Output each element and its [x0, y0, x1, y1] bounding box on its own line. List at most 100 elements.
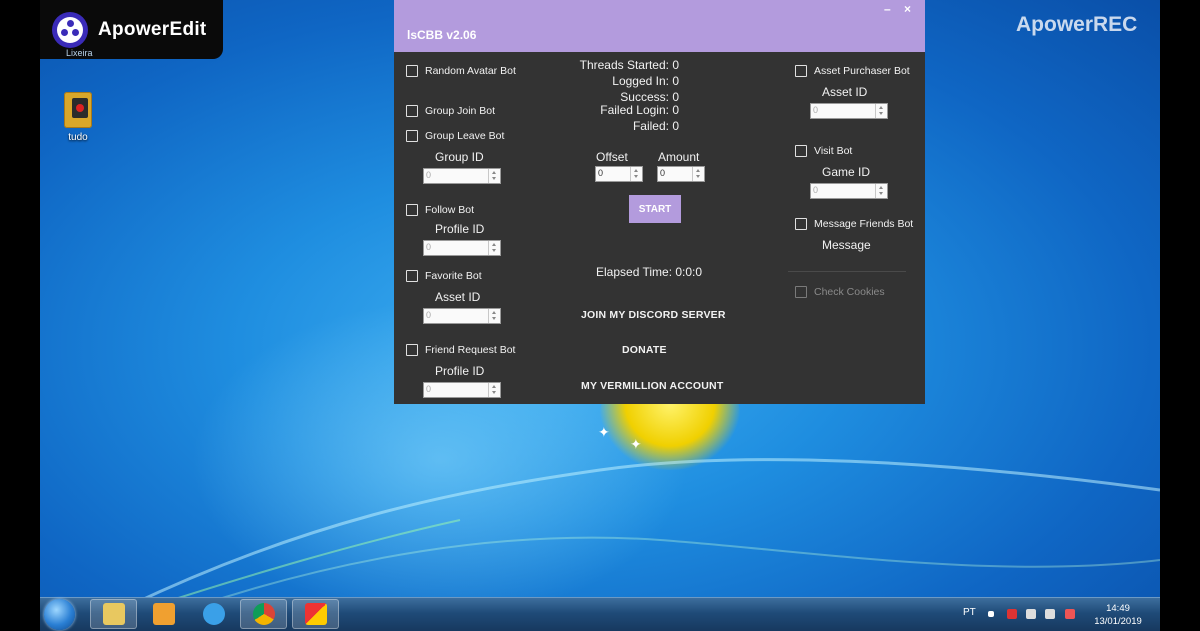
stepper-arrows-icon[interactable] — [630, 167, 642, 181]
language-indicator[interactable]: PT — [963, 607, 976, 618]
discord-link[interactable]: JOIN MY DISCORD SERVER — [581, 309, 726, 321]
offset-label: Offset — [596, 150, 628, 164]
asset-purchaser-bot-option[interactable]: Asset Purchaser Bot — [795, 65, 910, 77]
taskbar-chrome[interactable] — [240, 599, 287, 629]
taskbar-internet-explorer[interactable] — [190, 599, 237, 629]
logged-in-stat: Logged In: 0 — [612, 74, 679, 88]
device-icon[interactable] — [1026, 609, 1036, 619]
group-join-bot-option[interactable]: Group Join Bot — [406, 105, 495, 117]
media-player-icon — [152, 603, 175, 625]
message-label: Message — [822, 238, 871, 252]
game-id-value: 0 — [813, 185, 819, 195]
recycle-bin-label: Lixeira — [66, 48, 93, 58]
stepper-arrows-icon[interactable] — [488, 309, 500, 323]
game-id-input[interactable]: 0 — [810, 183, 888, 199]
asset-purchaser-bot-label: Asset Purchaser Bot — [814, 65, 910, 77]
amount-label: Amount — [658, 150, 700, 164]
divider — [788, 271, 906, 272]
friend-request-bot-label: Friend Request Bot — [425, 344, 516, 356]
random-avatar-bot-checkbox[interactable] — [406, 65, 418, 77]
desktop-icon-tudo[interactable]: tudo — [60, 92, 96, 143]
vermillion-account-link[interactable]: MY VERMILLION ACCOUNT — [581, 380, 723, 392]
asset-purchaser-bot-checkbox[interactable] — [795, 65, 807, 77]
message-friends-bot-checkbox[interactable] — [795, 218, 807, 230]
visit-bot-label: Visit Bot — [814, 145, 853, 157]
favorite-bot-option[interactable]: Favorite Bot — [406, 270, 482, 282]
asset-id-input[interactable]: 0 — [810, 103, 888, 119]
threads-started-stat: Threads Started: 0 — [579, 58, 679, 72]
follow-profile-id-value: 0 — [426, 242, 432, 252]
group-join-bot-checkbox[interactable] — [406, 105, 418, 117]
visit-bot-option[interactable]: Visit Bot — [795, 145, 852, 157]
follow-bot-checkbox[interactable] — [406, 204, 418, 216]
success-stat: Success: 0 — [620, 90, 679, 104]
clock-time: 14:49 — [1106, 603, 1130, 614]
chrome-icon — [252, 603, 275, 625]
apowerrec-watermark: ApowerREC — [1016, 13, 1138, 36]
folder-icon — [102, 603, 125, 625]
apoweredit-watermark: ApowerEdit Lixeira — [40, 0, 223, 59]
friend-profile-id-label: Profile ID — [435, 364, 485, 378]
failed-stat: Failed: 0 — [632, 119, 679, 133]
friend-profile-id-input[interactable]: 0 — [423, 382, 501, 398]
show-hidden-icons-icon[interactable] — [988, 611, 994, 617]
stepper-arrows-icon[interactable] — [875, 184, 887, 198]
message-friends-bot-option[interactable]: Message Friends Bot — [795, 218, 913, 230]
taskbar-explorer[interactable] — [90, 599, 137, 629]
lscbb-window: lsCBB v2.06 – × Random Avatar Bot Group … — [394, 0, 925, 404]
offset-input[interactable]: 0 — [595, 166, 643, 182]
group-leave-bot-option[interactable]: Group Leave Bot — [406, 130, 504, 142]
asset-id-value: 0 — [813, 105, 819, 115]
minimize-button[interactable]: – — [884, 2, 891, 16]
stepper-arrows-icon[interactable] — [488, 383, 500, 397]
clock[interactable]: 14:49 13/01/2019 — [1090, 602, 1146, 628]
favorite-bot-checkbox[interactable] — [406, 270, 418, 282]
group-id-value: 0 — [426, 170, 432, 180]
stepper-arrows-icon[interactable] — [875, 104, 887, 118]
title-bar[interactable]: lsCBB v2.06 – × — [394, 0, 925, 52]
favorite-asset-id-input[interactable]: 0 — [423, 308, 501, 324]
check-cookies-checkbox[interactable] — [795, 286, 807, 298]
random-avatar-bot-label: Random Avatar Bot — [425, 65, 516, 77]
taskbar-app[interactable] — [292, 599, 339, 629]
game-id-label: Game ID — [822, 165, 871, 179]
friend-request-bot-option[interactable]: Friend Request Bot — [406, 344, 515, 356]
film-reel-icon — [52, 11, 88, 48]
follow-bot-option[interactable]: Follow Bot — [406, 204, 474, 216]
friend-profile-id-value: 0 — [426, 384, 432, 394]
start-button-icon[interactable] — [44, 599, 75, 630]
taskbar-media-player[interactable] — [140, 599, 187, 629]
volume-muted-icon[interactable] — [1065, 609, 1075, 619]
asset-id-label: Asset ID — [822, 85, 868, 99]
visit-bot-checkbox[interactable] — [795, 145, 807, 157]
favorite-asset-id-label: Asset ID — [435, 290, 481, 304]
donate-link[interactable]: DONATE — [622, 344, 667, 356]
group-id-input[interactable]: 0 — [423, 168, 501, 184]
group-leave-bot-label: Group Leave Bot — [425, 130, 505, 142]
follow-profile-id-input[interactable]: 0 — [423, 240, 501, 256]
favorite-asset-id-value: 0 — [426, 310, 432, 320]
window-title: lsCBB v2.06 — [407, 28, 477, 42]
stepper-arrows-icon[interactable] — [488, 169, 500, 183]
clock-date: 13/01/2019 — [1094, 616, 1142, 627]
app-icon — [304, 603, 327, 625]
start-button[interactable]: START — [629, 195, 681, 223]
group-leave-bot-checkbox[interactable] — [406, 130, 418, 142]
close-button[interactable]: × — [904, 2, 911, 16]
stepper-arrows-icon[interactable] — [488, 241, 500, 255]
favorite-bot-label: Favorite Bot — [425, 270, 482, 282]
amount-input[interactable]: 0 — [657, 166, 705, 182]
amount-value: 0 — [660, 168, 666, 178]
follow-bot-label: Follow Bot — [425, 204, 475, 216]
stepper-arrows-icon[interactable] — [692, 167, 704, 181]
desktop-icon-label: tudo — [68, 132, 88, 143]
random-avatar-bot-option[interactable]: Random Avatar Bot — [406, 65, 516, 77]
friend-request-bot-checkbox[interactable] — [406, 344, 418, 356]
network-icon[interactable] — [1045, 609, 1055, 619]
sparkle-icon: ✦ — [630, 436, 642, 452]
message-friends-bot-label: Message Friends Bot — [814, 218, 914, 230]
check-cookies-label: Check Cookies — [814, 286, 885, 298]
apoweredit-brand-text: ApowerEdit — [98, 18, 207, 40]
check-cookies-option[interactable]: Check Cookies — [795, 286, 885, 298]
flag-icon[interactable] — [1007, 609, 1017, 619]
